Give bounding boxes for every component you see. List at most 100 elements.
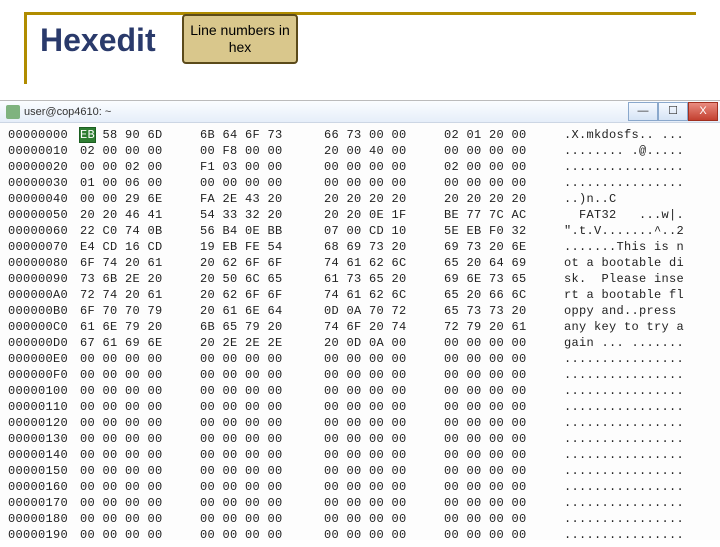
hex-group: 20 50 6C 65 [200,271,324,287]
ascii: .......This is n [564,239,712,255]
hex-group: 6B 65 79 20 [200,319,324,335]
offset: 00000100 [8,383,80,399]
hex-group: 00 00 00 00 [324,383,444,399]
hex-group: 00 00 00 00 [324,527,444,543]
hex-row: 000000806F 74 20 61 20 62 6F 6F 74 61 62… [8,255,712,271]
hex-row: 0000001002 00 00 00 00 F8 00 00 20 00 40… [8,143,712,159]
hex-group: 69 6E 73 65 [444,271,564,287]
hex-row: 00000000EB 58 90 6D 6B 64 6F 73 66 73 00… [8,127,712,143]
hex-group: 00 00 00 00 [444,335,564,351]
hex-group: 00 00 00 00 [80,431,200,447]
offset: 000000C0 [8,319,80,335]
ascii: ................ [564,415,712,431]
hex-group: 02 00 00 00 [80,143,200,159]
hex-group: 00 00 02 00 [80,159,200,175]
maximize-button[interactable]: ☐ [658,102,688,121]
offset: 000000B0 [8,303,80,319]
ascii: ................ [564,511,712,527]
hex-group: 72 74 20 61 [80,287,200,303]
window-title: user@cop4610: ~ [24,106,111,118]
hex-row: 000000A072 74 20 61 20 62 6F 6F 74 61 62… [8,287,712,303]
hex-group: 00 00 00 00 [200,367,324,383]
hex-group: 00 00 29 6E [80,191,200,207]
hex-group: 68 69 73 20 [324,239,444,255]
hex-group: 00 00 00 00 [200,479,324,495]
hex-group: 00 00 00 00 [200,351,324,367]
hex-row: 00000070E4 CD 16 CD 19 EB FE 54 68 69 73… [8,239,712,255]
hex-group: 0D 0A 70 72 [324,303,444,319]
hex-row: 000000C061 6E 79 20 6B 65 79 20 74 6F 20… [8,319,712,335]
hex-group: 00 00 00 00 [324,367,444,383]
hex-group: 20 62 6F 6F [200,287,324,303]
hex-group: 67 61 69 6E [80,335,200,351]
ascii: ot a bootable di [564,255,712,271]
hex-group: 00 00 00 00 [324,447,444,463]
hex-group: FA 2E 43 20 [200,191,324,207]
offset: 00000080 [8,255,80,271]
hex-group: 00 00 00 00 [200,383,324,399]
close-button[interactable]: X [688,102,718,121]
ascii: ................ [564,383,712,399]
hex-group: 00 00 00 00 [444,367,564,383]
hex-group: 00 00 00 00 [200,399,324,415]
hex-group: 00 00 00 00 [80,367,200,383]
hex-group: 6F 74 20 61 [80,255,200,271]
hex-group: 56 B4 0E BB [200,223,324,239]
offset: 00000150 [8,463,80,479]
cursor[interactable]: EB [80,128,95,142]
offset: 00000070 [8,239,80,255]
hex-group: 00 00 00 00 [324,159,444,175]
ascii: ................ [564,351,712,367]
hex-group: 00 00 00 00 [324,431,444,447]
hex-group: 00 00 00 00 [444,511,564,527]
hex-group: 69 73 20 6E [444,239,564,255]
hex-group: 74 61 62 6C [324,287,444,303]
ascii: sk. Please inse [564,271,712,287]
ascii: any key to try a [564,319,712,335]
hex-group: E4 CD 16 CD [80,239,200,255]
offset: 00000060 [8,223,80,239]
hex-group: 54 33 32 20 [200,207,324,223]
hex-row: 0000004000 00 29 6E FA 2E 43 20 20 20 20… [8,191,712,207]
ascii: gain ... ....... [564,335,712,351]
hex-group: EB 58 90 6D [80,127,200,143]
terminal-window: user@cop4610: ~ — ☐ X 00000000EB 58 90 6… [0,100,720,540]
hex-group: 00 00 00 00 [444,143,564,159]
hex-dump[interactable]: 00000000EB 58 90 6D 6B 64 6F 73 66 73 00… [0,123,720,547]
offset: 00000130 [8,431,80,447]
hex-group: 00 00 00 00 [444,399,564,415]
hex-group: 00 00 00 00 [444,527,564,543]
offset: 00000040 [8,191,80,207]
hex-group: 00 00 00 00 [200,415,324,431]
hex-group: BE 77 7C AC [444,207,564,223]
ascii: .X.mkdosfs.. ... [564,127,712,143]
offset: 00000090 [8,271,80,287]
slide-title: Hexedit [34,22,162,59]
hex-row: 0000019000 00 00 00 00 00 00 00 00 00 00… [8,527,712,543]
offset: 00000140 [8,447,80,463]
hex-group: 00 00 00 00 [324,399,444,415]
hex-row: 0000014000 00 00 00 00 00 00 00 00 00 00… [8,447,712,463]
ascii: rt a bootable fl [564,287,712,303]
hex-row: 000000B06F 70 70 79 20 61 6E 64 0D 0A 70… [8,303,712,319]
hex-group: 20 62 6F 6F [200,255,324,271]
hex-group: 00 00 00 00 [444,351,564,367]
offset: 00000020 [8,159,80,175]
hex-group: 00 00 00 00 [200,447,324,463]
offset: 000000D0 [8,335,80,351]
ascii: oppy and..press [564,303,712,319]
hex-group: 02 00 00 00 [444,159,564,175]
hex-row: 0000003001 00 06 00 00 00 00 00 00 00 00… [8,175,712,191]
hex-group: 00 00 00 00 [444,463,564,479]
offset: 00000030 [8,175,80,191]
ascii: ................ [564,479,712,495]
hex-group: 00 00 00 00 [80,383,200,399]
ascii: ................ [564,367,712,383]
hex-group: 07 00 CD 10 [324,223,444,239]
hex-group: 6F 70 70 79 [80,303,200,319]
hex-group: F1 03 00 00 [200,159,324,175]
hex-group: 65 20 64 69 [444,255,564,271]
hex-group: 00 00 00 00 [444,175,564,191]
window-titlebar: user@cop4610: ~ — ☐ X [0,101,720,123]
minimize-button[interactable]: — [628,102,658,121]
